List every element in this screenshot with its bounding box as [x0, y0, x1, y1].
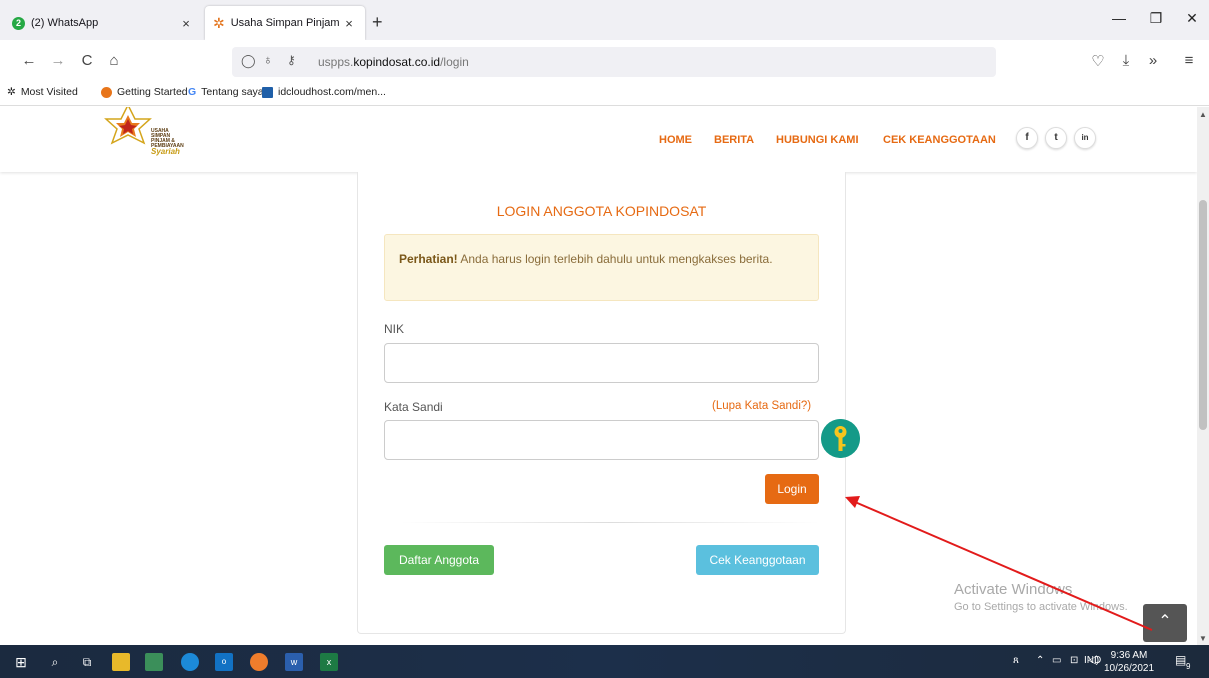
- app-icon[interactable]: [145, 653, 163, 671]
- google-icon: G: [188, 86, 197, 98]
- tab-title: (2) WhatsApp: [31, 17, 99, 29]
- firefox-icon: [101, 86, 112, 98]
- close-tab-icon[interactable]: ×: [178, 16, 194, 31]
- word-icon[interactable]: w: [285, 653, 303, 671]
- excel-icon[interactable]: x: [320, 653, 338, 671]
- firefox-icon[interactable]: [250, 653, 268, 671]
- edge-icon[interactable]: [181, 653, 199, 671]
- url-text[interactable]: uspps.kopindosat.co.id/login: [318, 55, 469, 69]
- logo-text: USAHA SIMPAN PINJAM & PEMBIAYAAN Syariah: [151, 129, 184, 156]
- url-domain: kopindosat.co.id: [353, 55, 441, 69]
- check-membership-button[interactable]: Cek Keanggotaan: [696, 545, 819, 575]
- password-label: Kata Sandi: [384, 400, 443, 414]
- alert-strong: Perhatian!: [399, 252, 458, 266]
- task-view-icon[interactable]: ⧉: [78, 653, 96, 671]
- divider: [400, 522, 820, 523]
- clock-time: 9:36 AM: [1110, 650, 1148, 661]
- login-title: LOGIN ANGGOTA KOPINDOSAT: [496, 203, 707, 219]
- language-indicator[interactable]: IND: [1084, 655, 1101, 666]
- linkedin-icon[interactable]: in: [1074, 127, 1096, 149]
- back-icon[interactable]: ←: [19, 52, 39, 69]
- alert-text: Anda harus login terlebih dahulu untuk m…: [457, 252, 773, 266]
- download-icon[interactable]: ⤓: [1116, 52, 1136, 69]
- nav-cek-keanggotaan[interactable]: CEK KEANGGOTAAN: [883, 134, 996, 146]
- overflow-icon[interactable]: »: [1143, 52, 1163, 69]
- bookmark-tentang-saya[interactable]: G Tentang saya: [188, 86, 264, 98]
- shield-icon[interactable]: ◯: [241, 53, 256, 69]
- url-path: /login: [440, 55, 469, 69]
- pocket-icon[interactable]: ♡: [1088, 52, 1108, 70]
- clock[interactable]: 9:36 AM 10/26/2021: [1104, 649, 1154, 675]
- register-button[interactable]: Daftar Anggota: [384, 545, 494, 575]
- reload-icon[interactable]: C: [77, 52, 97, 69]
- watermark-title: Activate Windows: [954, 581, 1073, 598]
- watermark-subtitle: Go to Settings to activate Windows.: [954, 601, 1128, 613]
- chevron-up-icon[interactable]: ⌃: [1036, 655, 1044, 666]
- close-tab-icon[interactable]: ×: [341, 16, 357, 31]
- bookmark-label: Tentang saya: [201, 86, 264, 98]
- whatsapp-badge: 2: [12, 16, 25, 30]
- key-icon[interactable]: [821, 419, 860, 458]
- bookmark-most-visited[interactable]: ✲ Most Visited: [7, 86, 78, 98]
- search-icon[interactable]: ⌕: [46, 653, 64, 671]
- minimize-button[interactable]: —: [1109, 10, 1129, 26]
- url-subdomain: uspps.: [318, 55, 354, 69]
- logo-syariah: Syariah: [151, 147, 180, 156]
- bookmark-label: Getting Started: [117, 86, 188, 98]
- windows-start-icon[interactable]: ⊞: [12, 653, 30, 671]
- nav-home[interactable]: HOME: [659, 134, 692, 146]
- network-icon[interactable]: ▭: [1052, 655, 1061, 666]
- alert-box: Perhatian! Anda harus login terlebih dah…: [384, 234, 819, 301]
- password-input[interactable]: [384, 420, 819, 460]
- scrollbar-thumb[interactable]: [1199, 200, 1207, 430]
- permissions-icon[interactable]: ♁: [263, 52, 273, 67]
- web-page: USAHA SIMPAN PINJAM & PEMBIAYAAN Syariah…: [0, 107, 1197, 645]
- people-icon[interactable]: ጸ: [1013, 655, 1019, 666]
- twitter-icon[interactable]: t: [1045, 127, 1067, 149]
- display-icon[interactable]: ⊡: [1070, 655, 1078, 666]
- bookmark-idcloudhost[interactable]: idcloudhost.com/men...: [262, 86, 386, 98]
- forgot-password-link[interactable]: (Lupa Kata Sandi?): [712, 400, 811, 412]
- scroll-down-icon[interactable]: ▼: [1199, 634, 1207, 643]
- forward-icon[interactable]: →: [48, 52, 68, 69]
- new-tab-button[interactable]: +: [372, 12, 383, 33]
- nav-berita[interactable]: BERITA: [714, 134, 754, 146]
- tab-title: Usaha Simpan Pinjam Syariah -: [230, 17, 341, 29]
- gear-icon: ✲: [7, 86, 16, 98]
- notification-icon[interactable]: ▤: [1175, 653, 1186, 667]
- bookmark-getting-started[interactable]: Getting Started: [101, 86, 188, 98]
- nav-hubungi-kami[interactable]: HUBUNGI KAMI: [776, 134, 859, 146]
- nik-label: NIK: [384, 322, 405, 336]
- facebook-icon[interactable]: f: [1016, 127, 1038, 149]
- idcloudhost-icon: [262, 86, 273, 98]
- scroll-to-top-button[interactable]: ⌃: [1143, 604, 1187, 642]
- bookmark-label: Most Visited: [20, 86, 78, 98]
- login-button[interactable]: Login: [765, 474, 819, 504]
- nik-input[interactable]: [384, 343, 819, 383]
- windows-taskbar: ⊞ ⌕ ⧉ o w x ጸ ⌃ ▭ ⊡ ◁) . IND 9:36 AM 10/…: [0, 645, 1209, 678]
- bookmark-label: idcloudhost.com/men...: [278, 86, 386, 98]
- site-header: USAHA SIMPAN PINJAM & PEMBIAYAAN Syariah…: [0, 107, 1197, 172]
- clock-date: 10/26/2021: [1104, 663, 1155, 674]
- outlook-icon[interactable]: o: [215, 653, 233, 671]
- maximize-button[interactable]: ❐: [1146, 10, 1166, 27]
- file-explorer-icon[interactable]: [112, 653, 130, 671]
- tab-bar: 2 (2) WhatsApp × ✲ Usaha Simpan Pinjam S…: [0, 0, 1209, 40]
- tab-whatsapp[interactable]: 2 (2) WhatsApp ×: [4, 6, 202, 40]
- close-window-button[interactable]: ✕: [1182, 10, 1202, 27]
- favicon-star-icon: ✲: [213, 15, 225, 31]
- menu-icon[interactable]: ≡: [1179, 52, 1199, 69]
- scroll-up-icon[interactable]: ▲: [1199, 110, 1207, 119]
- key-icon[interactable]: ⚷: [287, 53, 296, 67]
- activate-windows-watermark: Activate Windows Go to Settings to activ…: [954, 581, 1128, 613]
- home-icon[interactable]: ⌂: [104, 52, 124, 69]
- bookmarks-toolbar: ✲ Most Visited Getting Started G Tentang s…: [0, 82, 1209, 106]
- notification-count: 9: [1186, 662, 1191, 671]
- tab-usaha-simpan-pinjam[interactable]: ✲ Usaha Simpan Pinjam Syariah - ×: [205, 6, 365, 40]
